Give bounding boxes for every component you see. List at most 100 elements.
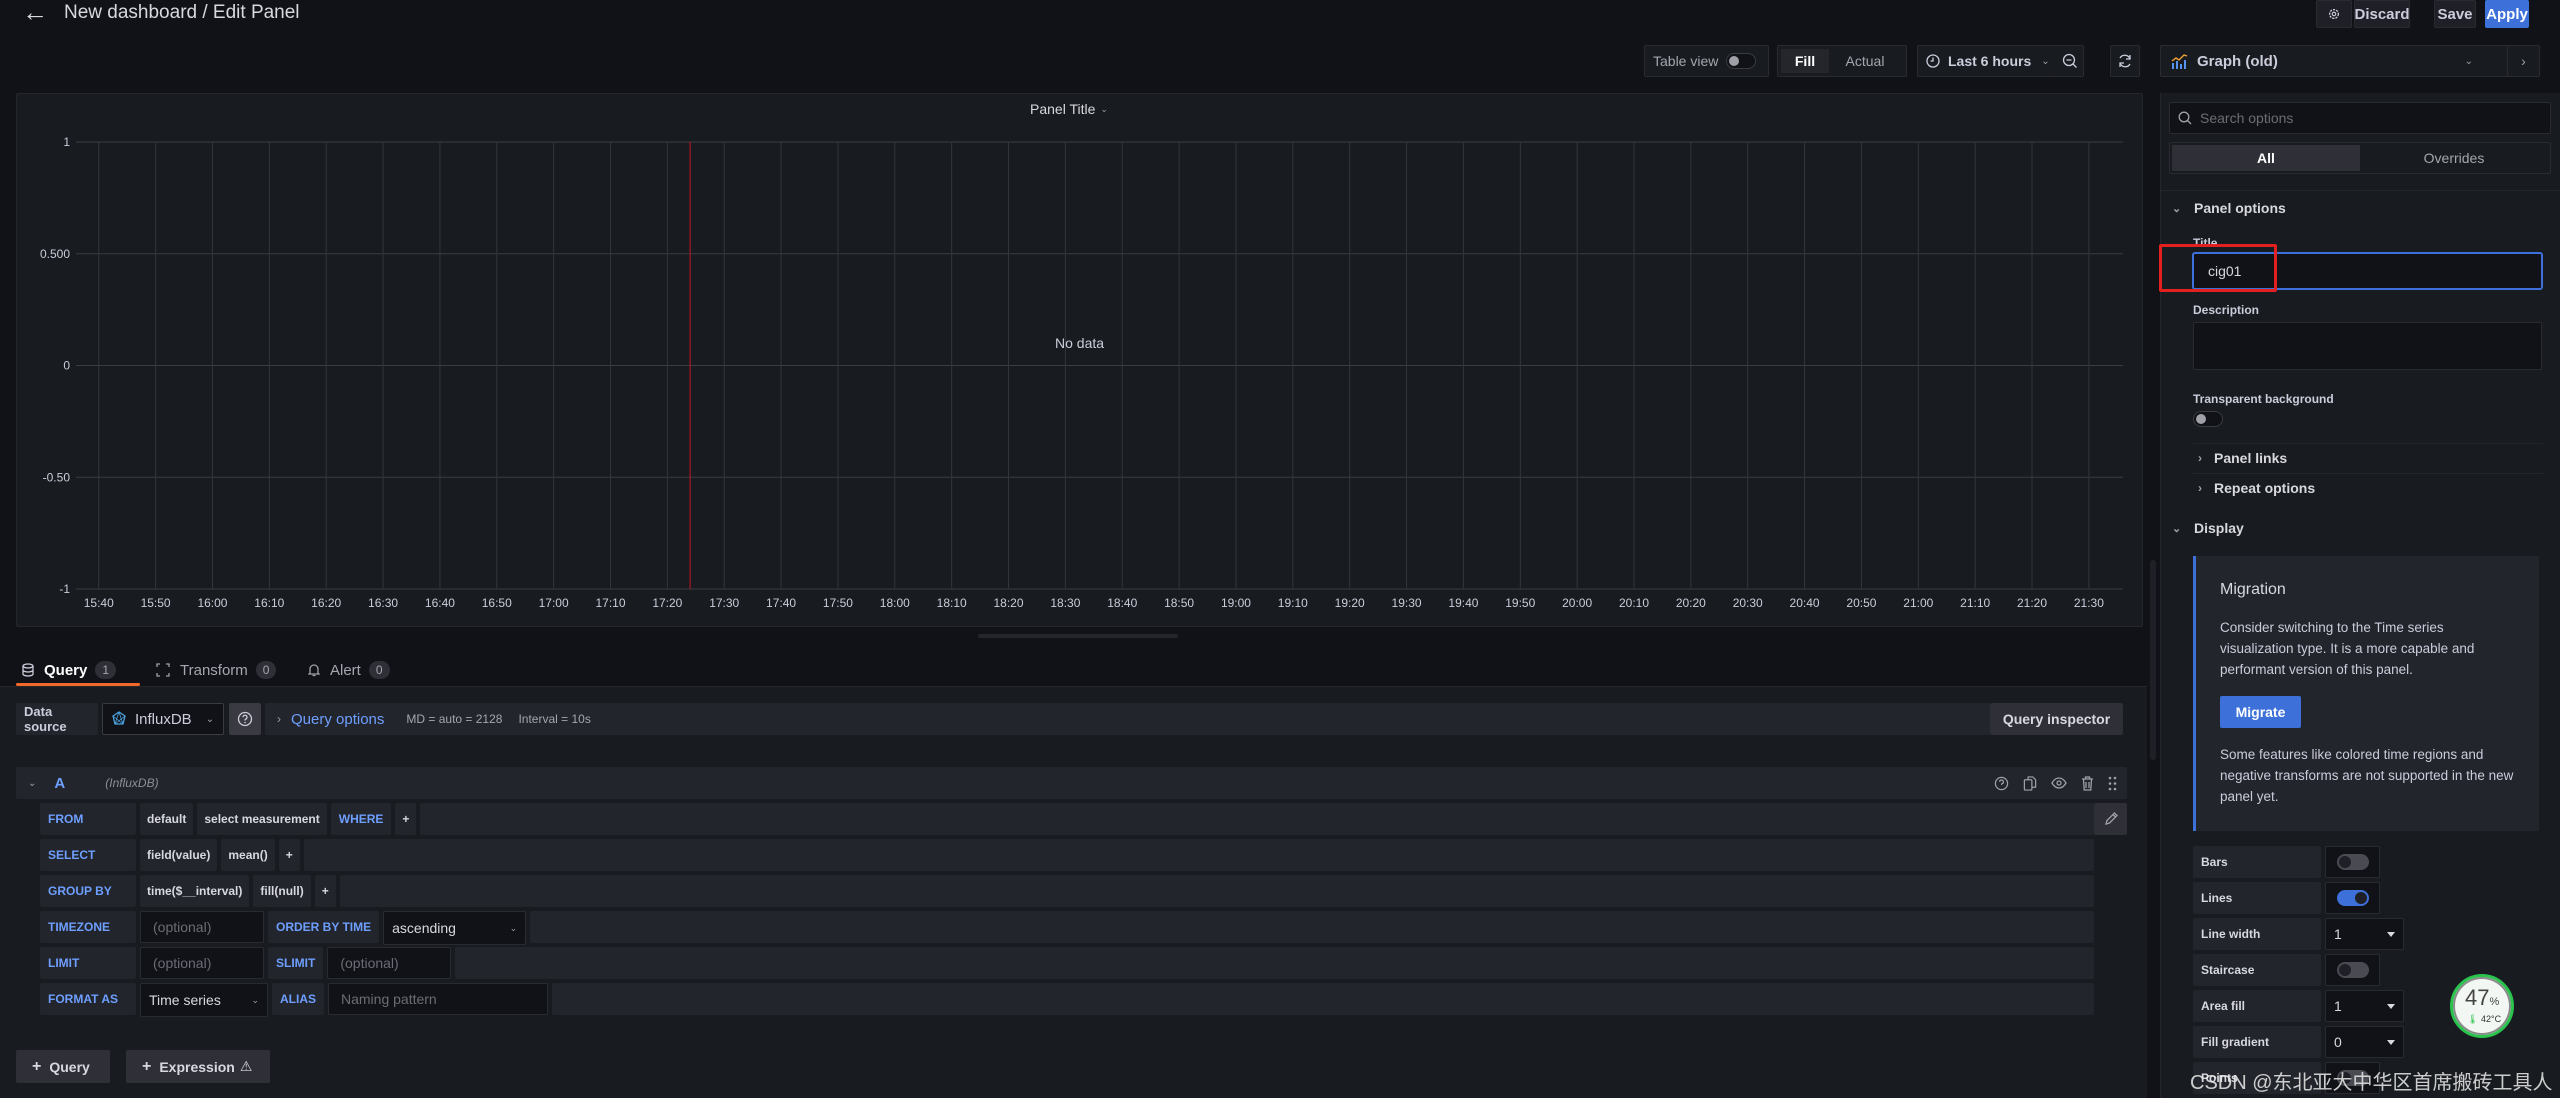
migration-body: Consider switching to the Time series vi… xyxy=(2220,620,2475,677)
order-by-time-select[interactable]: ascending ⌄ xyxy=(383,911,527,945)
display-option-label: Fill gradient xyxy=(2193,1026,2321,1058)
x-tick-label: 20:50 xyxy=(1846,596,1876,610)
y-tick-label: -1 xyxy=(59,582,70,596)
datasource-help-button[interactable] xyxy=(229,703,261,735)
watermark: CSDN @东北亚大中华区首席搬砖工具人 xyxy=(2190,1072,2553,1094)
eye-icon[interactable] xyxy=(2051,777,2067,789)
display-section-header[interactable]: ⌄ Display xyxy=(2172,520,2244,536)
timezone-keyword: TIMEZONE xyxy=(40,911,136,943)
query-ref-id[interactable]: A xyxy=(54,775,65,792)
actual-button[interactable]: Actual xyxy=(1829,49,1901,73)
add-select-button[interactable]: + xyxy=(278,839,300,871)
format-as-select[interactable]: Time series ⌄ xyxy=(140,983,268,1017)
toggle-switch[interactable] xyxy=(2336,854,2369,870)
display-option-lines: Lines xyxy=(2193,882,2380,914)
panel-options-section-header[interactable]: ⌄ Panel options xyxy=(2172,200,2286,216)
tab-query[interactable]: Query 1 xyxy=(22,655,117,685)
x-tick-label: 21:30 xyxy=(2074,596,2104,610)
query-options-row[interactable]: › Query options MD = auto = 2128 Interva… xyxy=(265,703,1990,735)
fill-segment[interactable]: fill(null) xyxy=(253,875,311,907)
query-options-label[interactable]: Query options xyxy=(291,711,384,728)
duplicate-icon[interactable] xyxy=(2023,775,2037,791)
repeat-options-section[interactable]: › Repeat options xyxy=(2198,480,2315,496)
apply-button[interactable]: Apply xyxy=(2485,0,2529,28)
time-range-picker[interactable]: Last 6 hours ⌄ xyxy=(1917,45,2057,77)
transparent-background-toggle[interactable] xyxy=(2193,411,2223,427)
toggle-switch[interactable] xyxy=(2336,962,2369,978)
search-options-input[interactable]: Search options xyxy=(2169,102,2551,134)
table-view-toggle[interactable]: Table view xyxy=(1644,45,1769,77)
x-tick-label: 15:40 xyxy=(84,596,114,610)
toggle-switch[interactable] xyxy=(2336,890,2369,906)
discard-button[interactable]: Discard xyxy=(2354,0,2410,28)
tab-alert[interactable]: Alert 0 xyxy=(308,655,390,685)
field-segment[interactable]: field(value) xyxy=(140,839,218,871)
panel-description-textarea[interactable] xyxy=(2193,322,2542,370)
x-tick-label: 16:50 xyxy=(482,596,512,610)
editor-scrollbar[interactable] xyxy=(2150,560,2156,760)
question-circle-icon[interactable] xyxy=(1994,776,2009,791)
panel-links-section[interactable]: › Panel links xyxy=(2198,450,2287,466)
slimit-input[interactable]: (optional) xyxy=(327,947,452,979)
display-option-select[interactable]: 1 xyxy=(2325,990,2404,1022)
alias-input[interactable]: Naming pattern xyxy=(328,983,548,1015)
save-button[interactable]: Save xyxy=(2434,0,2476,28)
measurement-segment[interactable]: select measurement xyxy=(197,803,327,835)
toggle-options-pane-button[interactable]: › xyxy=(2507,45,2540,77)
migrate-button[interactable]: Migrate xyxy=(2220,696,2301,728)
zoom-out-button[interactable] xyxy=(2056,45,2084,77)
tab-overrides[interactable]: Overrides xyxy=(2360,145,2548,171)
trash-icon[interactable] xyxy=(2081,775,2094,791)
select-value: 1 xyxy=(2334,998,2342,1014)
add-query-button[interactable]: + Query xyxy=(16,1050,110,1083)
slimit-keyword: SLIMIT xyxy=(268,947,324,979)
y-tick-label: -0.50 xyxy=(43,470,71,484)
limit-input[interactable]: (optional) xyxy=(140,947,264,979)
add-group-by-button[interactable]: + xyxy=(314,875,336,907)
group-by-time-segment[interactable]: time($__interval) xyxy=(140,875,250,907)
add-expression-button[interactable]: + Expression ⚠ xyxy=(126,1050,270,1083)
tab-query-label: Query xyxy=(44,661,88,679)
graph-icon xyxy=(2171,54,2188,69)
refresh-button[interactable] xyxy=(2110,45,2140,77)
display-option-bars: Bars xyxy=(2193,846,2380,878)
visualization-picker[interactable]: Graph (old) ⌄ xyxy=(2160,45,2522,77)
alias-keyword: ALIAS xyxy=(272,983,324,1015)
tab-all[interactable]: All xyxy=(2172,145,2360,171)
x-tick-label: 18:00 xyxy=(880,596,910,610)
tab-transform[interactable]: Transform 0 xyxy=(156,655,277,685)
table-view-switch[interactable] xyxy=(1726,53,1757,69)
display-option-select[interactable]: 1 xyxy=(2325,918,2404,950)
order-by-time-keyword: ORDER BY TIME xyxy=(268,911,380,943)
timezone-input[interactable]: (optional) xyxy=(140,911,264,943)
query-a-header[interactable]: ⌄ A (InfluxDB) xyxy=(16,767,2127,799)
x-tick-label: 21:20 xyxy=(2017,596,2047,610)
question-circle-icon xyxy=(237,711,253,727)
fill-button[interactable]: Fill xyxy=(1781,49,1829,73)
active-tab-indicator xyxy=(16,683,140,686)
display-option-label: Bars xyxy=(2193,846,2321,878)
display-option-toggle-cell xyxy=(2325,882,2380,914)
function-segment[interactable]: mean() xyxy=(221,839,275,871)
back-button[interactable]: ← xyxy=(22,0,56,26)
pane-resize-handle[interactable] xyxy=(978,634,1178,638)
clock-icon xyxy=(1926,54,1940,68)
x-tick-label: 17:30 xyxy=(709,596,739,610)
settings-button[interactable] xyxy=(2316,0,2352,28)
retention-policy-segment[interactable]: default xyxy=(140,803,194,835)
query-inspector-button[interactable]: Query inspector xyxy=(1990,703,2123,735)
query-row-group-by: GROUP BY time($__interval) fill(null) + xyxy=(40,875,2094,907)
drag-handle-icon[interactable] xyxy=(2108,776,2117,791)
datasource-picker[interactable]: InfluxDB ⌄ xyxy=(102,703,224,735)
bell-icon xyxy=(308,664,320,677)
panel-title-input[interactable]: cig01 xyxy=(2192,252,2543,290)
toggle-raw-query-button[interactable] xyxy=(2094,803,2127,835)
display-option-label: Line width xyxy=(2193,918,2321,950)
display-option-label: Staircase xyxy=(2193,954,2321,986)
plus-icon: + xyxy=(142,1057,152,1075)
graph-chart: 1 0.500 0 -0.50 -1 15:40 15:50 16:00 16:10 16:20 1… xyxy=(40,135,2123,610)
x-tick-label: 16:20 xyxy=(311,596,341,610)
display-option-select[interactable]: 0 xyxy=(2325,1026,2404,1058)
add-where-button[interactable]: + xyxy=(395,803,417,835)
chevron-down-icon[interactable]: ⌄ xyxy=(28,778,36,789)
